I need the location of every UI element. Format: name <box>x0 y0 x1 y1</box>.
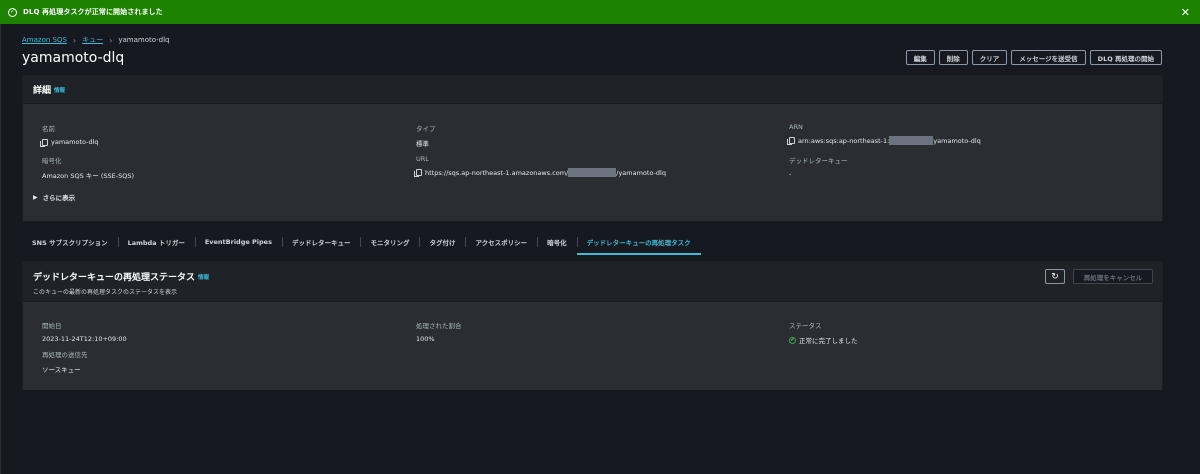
name-value: yamamoto-dlq <box>51 138 99 146</box>
status-badge: ✓ 正常に完了しました <box>789 335 858 345</box>
caret-right-icon: ▶ <box>33 193 38 201</box>
tab-access-policy[interactable]: アクセスポリシー <box>465 230 537 254</box>
redrive-title: デッドレターキューの再処理ステータス <box>33 273 196 283</box>
redrive-subtitle: このキューの最新の再処理タスクのステータスを表示 <box>33 289 178 296</box>
chevron-right-icon: › <box>109 35 113 45</box>
close-icon[interactable]: ✕ <box>1181 7 1192 18</box>
redrive-header: デッドレターキューの再処理ステータス 情報 このキューの最新の再処理タスクのステ… <box>23 262 1162 302</box>
purge-button[interactable]: クリア <box>971 50 1008 65</box>
type-value: 標準 <box>416 140 429 148</box>
redacted-account-id <box>568 168 617 177</box>
arn-value-row: arn:aws:sqs:ap-northeast-1: yamamoto-dlq <box>787 136 981 145</box>
tab-sns-subscriptions[interactable]: SNS サブスクリプション <box>22 230 118 254</box>
copy-icon[interactable] <box>787 137 795 145</box>
url-label: URL <box>416 155 429 163</box>
copy-icon[interactable] <box>40 138 48 147</box>
processed-label: 処理された割合 <box>416 322 462 330</box>
breadcrumb: Amazon SQS › キュー › yamamoto-dlq <box>22 35 170 45</box>
url-value-row: https://sqs.ap-northeast-1.amazonaws.com… <box>414 168 666 177</box>
tab-encryption[interactable]: 暗号化 <box>537 230 577 254</box>
details-body: 名前 yamamoto-dlq タイプ 標準 ARN arn:aws:sqs:a… <box>23 104 1162 221</box>
dlq-label: デッドレターキュー <box>789 157 848 165</box>
page-title: yamamoto-dlq <box>22 50 125 66</box>
start-date-value: 2023-11-24T12:10+09:00 <box>42 335 127 343</box>
name-label: 名前 <box>42 125 55 133</box>
name-value-row: yamamoto-dlq <box>40 138 99 147</box>
status-value: 正常に完了しました <box>799 337 858 345</box>
url-prefix: https://sqs.ap-northeast-1.amazonaws.com… <box>425 168 569 177</box>
destination-value: ソースキュー <box>42 366 81 374</box>
details-info-link[interactable]: 情報 <box>54 86 65 94</box>
start-date-label: 開始日 <box>42 322 62 330</box>
redrive-status-panel: デッドレターキューの再処理ステータス 情報 このキューの最新の再処理タスクのステ… <box>22 261 1163 390</box>
details-panel: 詳細 情報 名前 yamamoto-dlq タイプ 標準 ARN arn:aws… <box>22 75 1163 221</box>
name-field: 名前 yamamoto-dlq <box>40 123 99 147</box>
delete-button[interactable]: 削除 <box>938 50 968 65</box>
redrive-title-block: デッドレターキューの再処理ステータス 情報 このキューの最新の再処理タスクのステ… <box>33 270 209 296</box>
tab-dead-letter-queue[interactable]: デッドレターキュー <box>281 230 361 254</box>
dlq-value: - <box>789 170 792 178</box>
action-bar: 編集 削除 クリア メッセージを送受信 DLQ 再処理の開始 <box>905 50 1162 65</box>
start-dlq-redrive-button[interactable]: DLQ 再処理の開始 <box>1089 50 1162 65</box>
show-more-label: さらに表示 <box>42 194 76 202</box>
destination-label: 再処理の送信先 <box>42 351 88 359</box>
success-flashbar: ✓ DLQ 再処理タスクが正常に開始されました ✕ <box>0 0 1200 24</box>
tab-tagging[interactable]: タグ付け <box>419 230 465 254</box>
redrive-body: 開始日 2023-11-24T12:10+09:00 処理された割合 100% … <box>23 302 1162 390</box>
arn-field: ARN arn:aws:sqs:ap-northeast-1: yamamoto… <box>787 123 981 145</box>
tab-monitoring[interactable]: モニタリング <box>360 230 419 254</box>
tab-dlq-redrive-tasks[interactable]: デッドレターキューの再処理タスク <box>576 230 701 255</box>
breadcrumb-queues[interactable]: キュー <box>82 35 103 45</box>
redrive-actions: ↻ 再処理をキャンセル <box>1045 269 1153 284</box>
edit-button[interactable]: 編集 <box>905 50 935 65</box>
type-field: タイプ 標準 <box>416 123 436 148</box>
refresh-icon[interactable]: ↻ <box>1045 269 1065 284</box>
start-date-field: 開始日 2023-11-24T12:10+09:00 <box>42 320 127 343</box>
redacted-account-id <box>889 136 934 145</box>
tab-eventbridge-pipes[interactable]: EventBridge Pipes <box>194 230 282 254</box>
breadcrumb-current: yamamoto-dlq <box>118 36 170 44</box>
details-title: 詳細 <box>33 86 52 96</box>
breadcrumb-amazon-sqs[interactable]: Amazon SQS <box>22 36 67 44</box>
encryption-label: 暗号化 <box>42 157 62 165</box>
main-content: Amazon SQS › キュー › yamamoto-dlq yamamoto… <box>0 24 1200 474</box>
check-circle-icon: ✓ <box>789 336 796 344</box>
tab-bar: SNS サブスクリプション Lambda トリガー EventBridge Pi… <box>22 230 701 255</box>
cancel-redrive-button[interactable]: 再処理をキャンセル <box>1073 269 1153 284</box>
tab-lambda-triggers[interactable]: Lambda トリガー <box>117 230 195 254</box>
encryption-value: Amazon SQS キー (SSE-SQS) <box>42 172 134 180</box>
arn-label: ARN <box>789 123 803 131</box>
destination-field: 再処理の送信先 ソースキュー <box>42 349 88 374</box>
dlq-field: デッドレターキュー - <box>789 155 848 178</box>
url-suffix: /yamamoto-dlq <box>616 168 666 177</box>
redrive-title-row: デッドレターキューの再処理ステータス 情報 <box>33 270 209 283</box>
success-icon: ✓ <box>8 7 17 17</box>
processed-value: 100% <box>416 335 435 343</box>
type-label: タイプ <box>416 125 436 133</box>
chevron-right-icon: › <box>72 35 77 45</box>
show-more-toggle[interactable]: ▶ さらに表示 <box>33 192 76 203</box>
arn-suffix: yamamoto-dlq <box>933 136 981 145</box>
details-header: 詳細 情報 <box>23 76 1162 104</box>
status-label: ステータス <box>789 322 822 330</box>
flash-message: DLQ 再処理タスクが正常に開始されました <box>23 8 163 16</box>
processed-field: 処理された割合 100% <box>416 320 462 343</box>
copy-icon[interactable] <box>414 169 422 177</box>
send-receive-button[interactable]: メッセージを送受信 <box>1011 50 1086 65</box>
redrive-info-link[interactable]: 情報 <box>198 273 209 281</box>
encryption-field: 暗号化 Amazon SQS キー (SSE-SQS) <box>42 155 134 180</box>
arn-prefix: arn:aws:sqs:ap-northeast-1: <box>798 136 890 145</box>
app-window: ✓ DLQ 再処理タスクが正常に開始されました ✕ Amazon SQS › キ… <box>0 0 1200 474</box>
url-field: URL https://sqs.ap-northeast-1.amazonaws… <box>414 155 666 177</box>
status-field: ステータス ✓ 正常に完了しました <box>789 320 858 345</box>
